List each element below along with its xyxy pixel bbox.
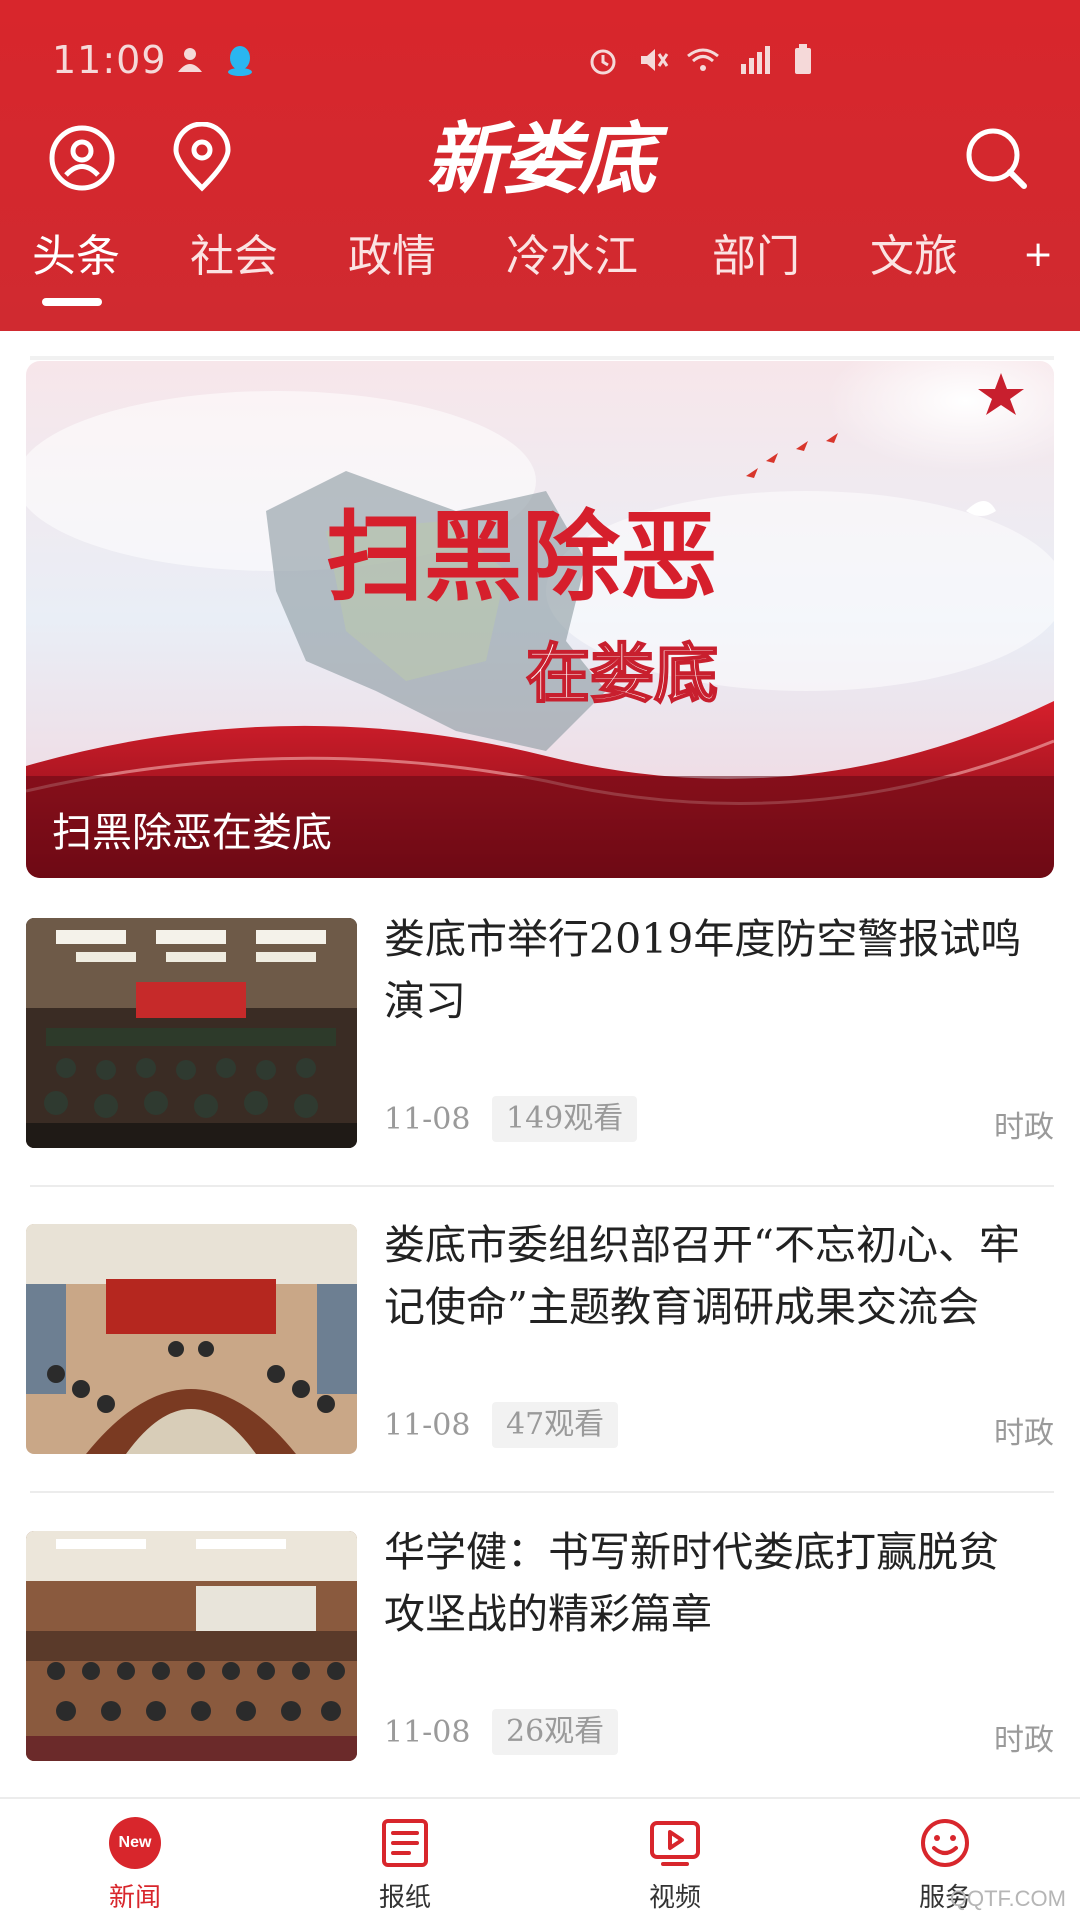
app-logo: 新娄底: [425, 114, 656, 205]
mute-icon: [641, 49, 669, 71]
news-title: 娄底市委组织部召开“不忘初心、牢记使命”主题教育调研成果交流会: [384, 1221, 1020, 1331]
qq-icon: [228, 46, 252, 76]
location-icon[interactable]: [166, 122, 238, 194]
view-count-badge: 149观看: [492, 1096, 638, 1142]
battery-icon: [795, 44, 811, 74]
banner-art-subtitle: 在娄底: [526, 638, 718, 712]
nav-label: 新闻: [108, 1883, 161, 1913]
news-thumbnail: [26, 918, 357, 1148]
tab-politics[interactable]: 政情: [348, 222, 436, 292]
app-header: 11:09 新娄底 头条 社会 政情 冷水江 部门 文旅 +: [0, 0, 1080, 331]
view-count-badge: 26观看: [492, 1709, 619, 1755]
divider: [30, 1491, 1054, 1493]
video-icon: [650, 1821, 700, 1866]
status-time: 11:09: [52, 38, 167, 82]
search-icon[interactable]: [960, 122, 1032, 194]
view-count-badge: 47观看: [492, 1402, 619, 1448]
news-date: 11-08: [384, 1102, 471, 1137]
alarm-icon: [590, 49, 616, 75]
news-category: 时政: [994, 1416, 1054, 1451]
tab-headline[interactable]: 头条: [32, 222, 120, 292]
newspaper-icon: [382, 1819, 428, 1867]
nav-newspaper[interactable]: 报纸: [325, 1799, 485, 1920]
nav-label: 报纸: [378, 1883, 431, 1913]
nav-label: 视频: [648, 1883, 701, 1913]
add-channel-button[interactable]: +: [1023, 234, 1053, 275]
channel-tabs: 头条 社会 政情 冷水江 部门 文旅 +: [0, 222, 1080, 322]
news-category: 时政: [994, 1110, 1054, 1145]
news-thumbnail: [26, 1224, 357, 1454]
news-date: 11-08: [384, 1408, 471, 1443]
tab-departments[interactable]: 部门: [712, 222, 800, 292]
divider: [30, 1185, 1054, 1187]
user-icon[interactable]: [46, 122, 118, 194]
active-tab-indicator: [42, 298, 102, 306]
watermark: QQTF.COM: [949, 1886, 1066, 1911]
news-date: 11-08: [384, 1715, 471, 1750]
status-bar: 11:09: [0, 0, 1080, 110]
wifi-icon: [687, 48, 719, 71]
banner-top-line: [30, 356, 1054, 360]
news-title: 娄底市举行2019年度防空警报试鸣演习: [384, 915, 1022, 1025]
featured-banner[interactable]: 扫黑除恶 在娄底 扫黑除恶在娄底: [26, 361, 1054, 878]
notification-icon: [178, 48, 202, 72]
signal-4g-icon: [741, 46, 770, 74]
tab-lengshuijiang[interactable]: 冷水江: [506, 222, 638, 292]
news-item[interactable]: 华学健：书写新时代娄底打赢脱贫攻坚战的精彩篇章 11-08 26观看 时政: [26, 1528, 1054, 1763]
news-thumbnail: [26, 1531, 357, 1761]
tab-culture-tourism[interactable]: 文旅: [870, 222, 958, 292]
nav-video[interactable]: 视频: [595, 1799, 755, 1920]
nav-news[interactable]: New 新闻: [55, 1799, 215, 1920]
news-item[interactable]: 娄底市委组织部召开“不忘初心、牢记使命”主题教育调研成果交流会 11-08 47…: [26, 1221, 1054, 1456]
news-title: 华学健：书写新时代娄底打赢脱贫攻坚战的精彩篇章: [384, 1528, 999, 1638]
banner-art-title: 扫黑除恶: [326, 500, 718, 615]
news-item[interactable]: 娄底市举行2019年度防空警报试鸣演习 11-08 149观看 时政: [26, 915, 1054, 1150]
banner-caption: 扫黑除恶在娄底: [52, 810, 332, 856]
bottom-navigation: New 新闻 报纸 视频 服务 QQTF.COM: [0, 1797, 1080, 1920]
top-bar: 新娄底: [0, 110, 1080, 230]
tab-society[interactable]: 社会: [190, 222, 278, 292]
smile-icon: [921, 1819, 969, 1867]
news-category: 时政: [994, 1723, 1054, 1758]
news-icon: New: [109, 1817, 161, 1869]
